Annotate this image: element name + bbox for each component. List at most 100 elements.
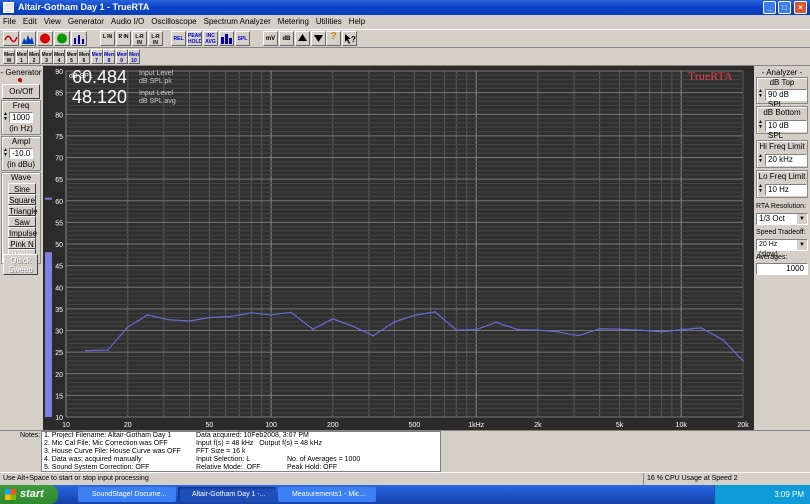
down-arrow-icon[interactable] (311, 31, 326, 46)
menu-file[interactable]: File (3, 15, 16, 28)
freq-input[interactable]: 1000 (9, 112, 33, 123)
taskbar-item-truerta[interactable]: Altair-Gotham Day 1 -... (178, 487, 276, 502)
memory-button-5[interactable]: Mem 5 (65, 49, 78, 64)
hi-freq-input[interactable]: 20 kHz (765, 154, 807, 166)
lo-freq-input[interactable]: 10 Hz (765, 184, 807, 196)
wave-triangle-button[interactable]: Triangle (8, 205, 38, 216)
x-tick-label: 5k (616, 422, 624, 429)
minimize-button[interactable]: _ (763, 1, 776, 14)
memory-button-10[interactable]: Mem 10 (128, 49, 140, 64)
hi-freq-spin-icon[interactable]: ▲ ▼ (758, 154, 763, 164)
peak-level-label-b: dB SPL pk (139, 78, 172, 85)
data-point (413, 314, 416, 317)
memory-button-w[interactable]: Mem W (3, 49, 15, 64)
x-tick-label: 10k (676, 422, 688, 429)
l-plus-r-in-button[interactable]: L-R IN (132, 31, 147, 46)
memory-button-1[interactable]: Mem 1 (15, 49, 28, 64)
menu-audio-io[interactable]: Audio I/O (111, 15, 144, 28)
menu-help[interactable]: Help (349, 15, 365, 28)
chevron-down-icon[interactable]: ▼ (797, 214, 807, 224)
freq-unit: (in Hz) (9, 124, 33, 133)
data-point (475, 328, 477, 331)
note-line: 5. Sound System Correction: OFF (44, 464, 150, 471)
db-top-input[interactable]: 90 dB SPL (765, 89, 807, 109)
lo-freq-spin-icon[interactable]: ▲ ▼ (758, 184, 763, 194)
menu-edit[interactable]: Edit (23, 15, 37, 28)
menu-generator[interactable]: Generator (68, 15, 104, 28)
data-point (680, 328, 683, 331)
memory-button-4[interactable]: Mem 4 (53, 49, 65, 64)
chevron-down-icon[interactable]: ▼ (797, 240, 807, 250)
generator-onoff-button[interactable]: On/Off (2, 84, 40, 99)
wave-square-button[interactable]: Square (8, 194, 36, 205)
ampl-input[interactable]: -10.0 (9, 148, 33, 159)
go-icon[interactable] (54, 31, 70, 46)
mv-button[interactable]: mV (263, 31, 278, 46)
freq-spin-icon[interactable]: ▲ ▼ (3, 112, 8, 123)
maximize-button[interactable]: □ (778, 1, 791, 14)
avg-level-label: Input Level dB SPL avg (139, 90, 176, 106)
hi-freq-label: Hi Freq Limit (759, 142, 805, 151)
wave-sine-button[interactable]: Sine (8, 183, 36, 194)
db-bottom-spin-icon[interactable]: ▲ ▼ (758, 120, 763, 130)
memory-button-2[interactable]: Mem 2 (28, 49, 40, 64)
db-top-spin-icon[interactable]: ▲ ▼ (758, 89, 763, 99)
data-point (229, 315, 231, 318)
wave-saw-button[interactable]: Saw (8, 216, 36, 227)
memory-toolbar: Mem W Mem 1 Mem 2 Mem 3 Mem 4 Mem 5 Mem 6 Mem 7… (0, 48, 810, 66)
up-arrow-icon[interactable] (295, 31, 310, 46)
context-help-icon[interactable]: ? (342, 31, 357, 46)
window-title: Altair-Gotham Day 1 - TrueRTA (18, 2, 150, 12)
wave-pink-noise-button[interactable]: Pink N (8, 238, 36, 249)
peak-level-label-a: Input Level (139, 70, 174, 77)
peak-hold-button[interactable]: PEAK HOLD (187, 31, 202, 46)
cpu-usage: 16 % CPU Usage at Speed 2 (643, 473, 753, 485)
spl-button[interactable]: SPL (235, 31, 250, 46)
level-meter-bar (45, 252, 52, 417)
rta-resolution-select[interactable]: 1/3 Oct ▼ (756, 213, 808, 225)
ampl-spin-icon[interactable]: ▲ ▼ (3, 148, 8, 159)
windows-logo-icon (5, 489, 16, 500)
db-bottom-input[interactable]: 10 dB SPL (765, 120, 807, 140)
spectrum-icon[interactable] (20, 31, 36, 46)
start-button[interactable]: start (0, 485, 58, 504)
record-icon[interactable] (37, 31, 53, 46)
taskbar-item-soundstage[interactable]: SoundStage! Docume... (78, 487, 176, 502)
bargraph-icon[interactable] (71, 31, 87, 46)
l-in-button[interactable]: L IN (100, 31, 115, 46)
db-button[interactable]: dB (279, 31, 294, 46)
speed-tradeoff-select[interactable]: 20 Hz (slow) ▼ (756, 239, 808, 258)
l-minus-r-in-button[interactable]: L-R IN (148, 31, 163, 46)
menu-utilities[interactable]: Utilities (316, 15, 342, 28)
data-point (351, 325, 354, 327)
x-tick-label: 20 (124, 422, 132, 429)
generator-panel: - Generator - On/Off Freq ▲▼ 1000 (in Hz… (0, 66, 42, 428)
note-line: 4. Data was: acquired manually (44, 456, 142, 463)
help-button[interactable]: ? (326, 31, 341, 46)
quick-sweep-button[interactable]: Quick Sweep (3, 254, 38, 275)
close-button[interactable]: × (794, 1, 807, 14)
average-icon[interactable] (219, 31, 234, 46)
memory-button-3[interactable]: Mem 3 (40, 49, 53, 64)
averages-input[interactable]: 1000 (756, 263, 808, 275)
wave-impulse-button[interactable]: Impulse (8, 227, 37, 238)
memory-button-6[interactable]: Mem 6 (78, 49, 90, 64)
data-point (618, 328, 621, 331)
status-message: Use Alt+Space to start or stop input pro… (3, 475, 149, 482)
rel-button[interactable]: REL (171, 31, 186, 46)
memory-button-7[interactable]: Mem 7 (90, 49, 103, 64)
menu-oscilloscope[interactable]: Oscilloscope (151, 15, 196, 28)
oscilloscope-icon[interactable] (3, 31, 19, 46)
y-tick-label: 60 (55, 199, 63, 206)
memory-button-8[interactable]: Mem 8 (103, 49, 115, 64)
system-tray: 3:09 PM (714, 485, 810, 504)
status-bar: Use Alt+Space to start or stop input pro… (0, 472, 810, 485)
inc-avg-button[interactable]: INC AVG (203, 31, 218, 46)
r-in-button[interactable]: R IN (116, 31, 131, 46)
memory-button-9[interactable]: Mem 9 (115, 49, 128, 64)
avg-level-label-b: dB SPL avg (139, 98, 176, 105)
menu-view[interactable]: View (44, 15, 61, 28)
taskbar-item-measurements[interactable]: Measurements1 - Mic... (278, 487, 376, 502)
menu-spectrum-analyzer[interactable]: Spectrum Analyzer (204, 15, 271, 28)
menu-metering[interactable]: Metering (278, 15, 309, 28)
